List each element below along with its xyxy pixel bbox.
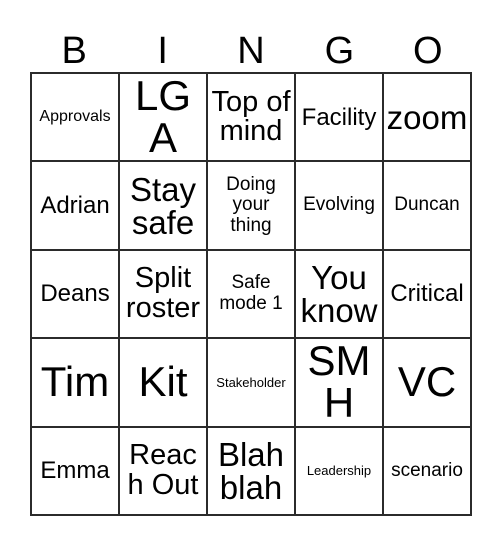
bingo-cell-label: Tim	[40, 358, 110, 406]
bingo-cell-label: Approvals	[39, 107, 111, 125]
bingo-header-letter-b: B	[30, 14, 118, 72]
bingo-cell[interactable]: Stay safe	[120, 162, 208, 251]
bingo-cell-label: You know	[300, 258, 378, 329]
bingo-cell-label: Deans	[40, 280, 110, 308]
bingo-header: B I N G O	[30, 14, 472, 72]
bingo-cell[interactable]: Reach Out	[120, 427, 208, 516]
header-letter-text: O	[413, 30, 443, 72]
bingo-header-letter-o: O	[384, 14, 472, 72]
bingo-cell-label: Kit	[138, 358, 188, 406]
bingo-cell-label: Blah blah	[217, 435, 285, 506]
bingo-cell[interactable]: Kit	[120, 339, 208, 428]
bingo-cell[interactable]: Safe mode 1	[208, 250, 296, 340]
bingo-cell[interactable]: Evolving	[296, 162, 384, 251]
bingo-cell[interactable]: zoom	[384, 74, 472, 163]
bingo-cell-label: Duncan	[394, 194, 460, 216]
bingo-row: Adrian Stay safe Doing your thing Evolvi…	[32, 162, 472, 251]
bingo-cell-label: Top of mind	[211, 85, 291, 148]
bingo-row: Deans Split roster Safe mode 1 You know …	[32, 250, 472, 340]
bingo-cell-label: zoom	[386, 98, 468, 136]
bingo-cell-label: Stay safe	[129, 170, 197, 241]
bingo-cell[interactable]: Blah blah	[208, 427, 296, 516]
bingo-cell[interactable]: VC	[384, 339, 472, 428]
bingo-cell-label: LGA	[134, 74, 192, 162]
bingo-cell-label: Safe mode 1	[219, 272, 283, 314]
bingo-cell-label: Evolving	[303, 194, 375, 216]
bingo-cell[interactable]: Top of mind	[208, 74, 296, 163]
bingo-cell[interactable]: Stakeholder	[208, 339, 296, 428]
bingo-header-letter-g: G	[295, 14, 383, 72]
bingo-cell[interactable]: Emma	[32, 427, 120, 516]
bingo-cell-label: scenario	[391, 459, 463, 481]
bingo-cell[interactable]: Approvals	[32, 74, 120, 163]
bingo-cell[interactable]: Facility	[296, 74, 384, 163]
bingo-cell-label: VC	[397, 358, 457, 406]
bingo-cell[interactable]: Leadership	[296, 427, 384, 516]
bingo-cell-label: Leadership	[306, 462, 372, 478]
bingo-cell-label: Facility	[301, 103, 377, 131]
header-letter-text: I	[157, 30, 168, 72]
bingo-cell-label: Emma	[40, 457, 110, 485]
bingo-row: Approvals LGA Top of mind Facility zoom	[32, 74, 472, 163]
bingo-cell[interactable]: Critical	[384, 250, 472, 340]
bingo-cell[interactable]: Adrian	[32, 162, 120, 251]
bingo-cell-label: Split roster	[125, 262, 201, 324]
bingo-cell[interactable]: You know	[296, 250, 384, 340]
bingo-header-letter-i: I	[118, 14, 206, 72]
header-letter-text: N	[237, 30, 265, 72]
bingo-row: Emma Reach Out Blah blah Leadership scen…	[32, 427, 472, 516]
bingo-cell-label: Reach Out	[127, 439, 199, 501]
bingo-cell-label: Critical	[390, 280, 464, 308]
bingo-cell-label: SMH	[307, 339, 371, 427]
bingo-cell[interactable]: scenario	[384, 427, 472, 516]
bingo-cell[interactable]: Tim	[32, 339, 120, 428]
bingo-cell[interactable]: Duncan	[384, 162, 472, 251]
bingo-cell-label: Doing your thing	[226, 173, 276, 236]
bingo-cell[interactable]: Doing your thing	[208, 162, 296, 251]
header-letter-text: B	[61, 30, 87, 72]
bingo-row: Tim Kit Stakeholder SMH VC	[32, 339, 472, 428]
bingo-cell[interactable]: SMH	[296, 339, 384, 428]
bingo-card: B I N G O Approvals LGA Top of mind Faci…	[30, 14, 472, 516]
bingo-header-letter-n: N	[207, 14, 295, 72]
bingo-cell[interactable]: Split roster	[120, 250, 208, 340]
bingo-cell[interactable]: Deans	[32, 250, 120, 340]
bingo-cell-label: Adrian	[40, 191, 110, 219]
bingo-cell-label: Stakeholder	[216, 374, 286, 390]
header-letter-text: G	[324, 30, 355, 72]
bingo-grid: Approvals LGA Top of mind Facility zoom …	[30, 72, 472, 516]
bingo-cell[interactable]: LGA	[120, 74, 208, 163]
